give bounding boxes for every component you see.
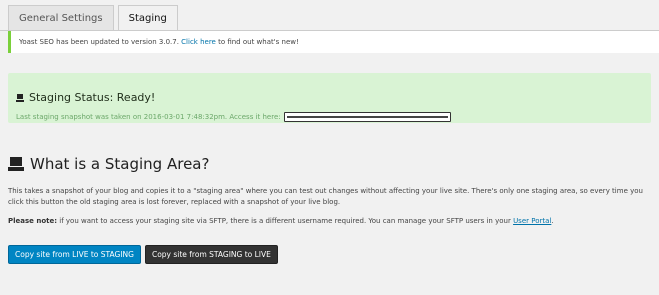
section-heading: What is a Staging Area? (8, 155, 209, 173)
update-notice: Yoast SEO has been updated to version 3.… (8, 31, 659, 53)
notice-text-after: to find out what's new! (215, 38, 299, 46)
sftp-note: Please note: if you want to access your … (8, 216, 651, 227)
notice-text-before: Yoast SEO has been updated to version 3.… (19, 38, 182, 46)
staging-description: This takes a snapshot of your blog and c… (8, 187, 643, 206)
snapshot-info: Last staging snapshot was taken on 2016-… (16, 112, 643, 122)
snapshot-text: Last staging snapshot was taken on 2016-… (16, 113, 281, 121)
tab-staging[interactable]: Staging (117, 5, 178, 31)
staging-status-text: Staging Status: Ready! (29, 91, 156, 104)
copy-staging-to-live-button[interactable]: Copy site from STAGING to LIVE (144, 245, 278, 264)
section-heading-text: What is a Staging Area? (30, 155, 210, 173)
tab-general-settings[interactable]: General Settings (8, 5, 114, 31)
note-text: if you want to access your staging site … (57, 217, 514, 225)
note-end: . (551, 217, 554, 225)
staging-status-box: Staging Status: Ready! Last staging snap… (8, 73, 651, 123)
staging-url-link[interactable] (283, 112, 451, 122)
user-portal-link[interactable]: User Portal (513, 217, 551, 225)
copy-live-to-staging-button[interactable]: Copy site from LIVE to STAGING (8, 245, 141, 264)
tab-bar: General Settings Staging (8, 5, 178, 31)
notice-link[interactable]: Click here (181, 38, 216, 46)
staging-status-title: Staging Status: Ready! (16, 91, 643, 104)
server-drive-icon (16, 93, 24, 102)
server-drive-icon (8, 157, 24, 171)
note-label: Please note: (8, 217, 58, 225)
action-buttons: Copy site from LIVE to STAGING Copy site… (8, 245, 278, 264)
